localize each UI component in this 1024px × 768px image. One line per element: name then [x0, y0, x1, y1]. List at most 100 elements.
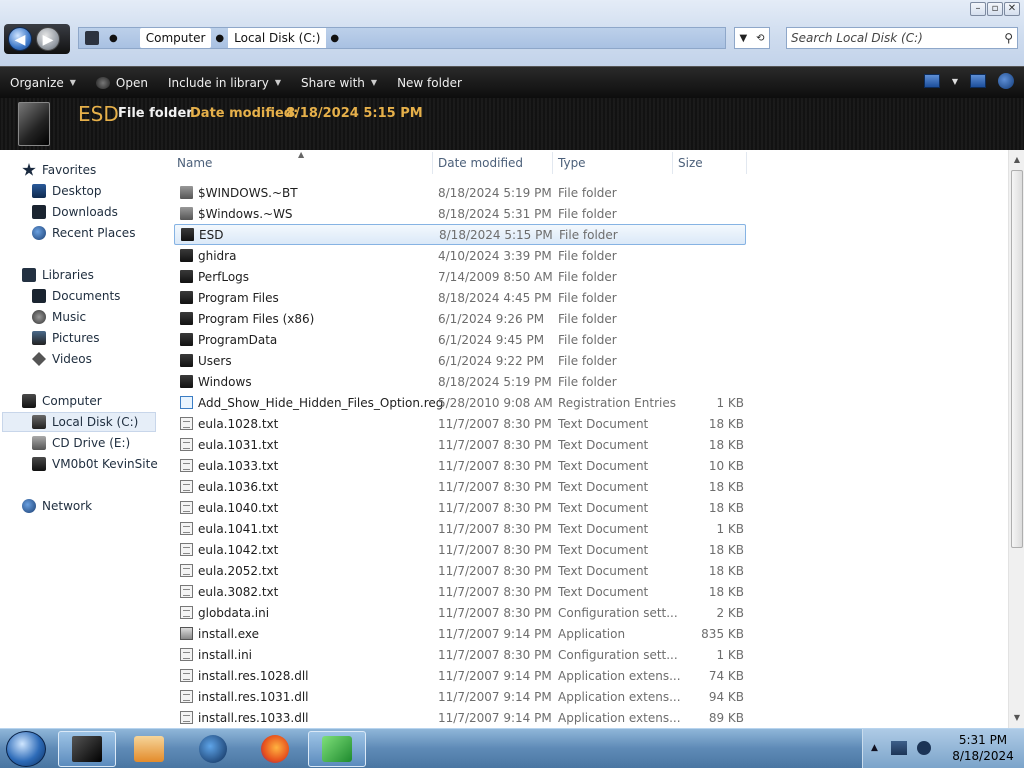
file-row[interactable]: eula.1031.txt 11/7/2007 8:30 PM Text Docum…	[174, 434, 746, 455]
scroll-down-icon[interactable]: ▼	[1009, 710, 1024, 726]
file-row[interactable]: Users 6/1/2024 9:22 PM File folder	[174, 350, 746, 371]
breadcrumb-computer[interactable]: Computer	[139, 28, 212, 48]
file-row[interactable]: eula.1040.txt 11/7/2007 8:30 PM Text Docum…	[174, 497, 746, 518]
taskbar-media-player[interactable]	[120, 731, 178, 767]
column-divider[interactable]	[552, 152, 553, 174]
clock-date[interactable]: 8/18/2024	[945, 749, 1021, 763]
breadcrumb-local-disk[interactable]: Local Disk (C:)	[228, 28, 327, 48]
file-date-modified: 11/7/2007 8:30 PM	[438, 416, 552, 431]
nav-cd-drive[interactable]: CD Drive (E:)	[32, 433, 130, 453]
scrollbar-thumb[interactable]	[1011, 170, 1023, 548]
change-view-icon[interactable]	[923, 74, 940, 88]
column-header-type[interactable]: Type	[558, 156, 586, 170]
search-input[interactable]: Search Local Disk (C:)	[791, 31, 923, 45]
file-date-modified: 5/28/2010 9:08 AM	[438, 395, 553, 410]
nav-videos[interactable]: Videos	[32, 349, 92, 369]
nav-label: Favorites	[42, 163, 97, 177]
breadcrumb-separator-icon[interactable]: ●	[330, 33, 339, 44]
column-header-size[interactable]: Size	[678, 156, 703, 170]
help-icon[interactable]	[998, 73, 1014, 89]
file-size: 1 KB	[716, 521, 744, 536]
scroll-up-icon[interactable]: ▲	[1009, 152, 1024, 168]
column-divider[interactable]	[672, 152, 673, 174]
file-name: ProgramData	[198, 332, 278, 347]
breadcrumb-separator-icon[interactable]: ●	[109, 33, 118, 44]
share-with-button[interactable]: Share with ▼	[291, 71, 387, 95]
file-row[interactable]: $Windows.~WS 8/18/2024 5:31 PM File folder	[174, 203, 746, 224]
show-hidden-icons-icon[interactable]: ▲	[871, 743, 878, 753]
file-row[interactable]: Program Files 8/18/2024 4:45 PM File folde…	[174, 287, 746, 308]
clock-time[interactable]: 5:31 PM	[945, 733, 1021, 747]
file-row[interactable]: $WINDOWS.~BT 8/18/2024 5:19 PM File folder	[174, 182, 746, 203]
nav-computer[interactable]: Computer	[22, 391, 102, 411]
column-divider[interactable]	[432, 152, 433, 174]
nav-label: Pictures	[52, 331, 100, 345]
file-row[interactable]: install.exe 11/7/2007 9:14 PM Application 8…	[174, 623, 746, 644]
nav-desktop[interactable]: Desktop	[32, 181, 102, 201]
start-button[interactable]	[6, 731, 46, 767]
file-row[interactable]: install.res.1031.dll 11/7/2007 9:14 PM App…	[174, 686, 746, 707]
file-row[interactable]: eula.2052.txt 11/7/2007 8:30 PM Text Docum…	[174, 560, 746, 581]
registry-file-icon	[180, 396, 193, 409]
search-box[interactable]: Search Local Disk (C:) ⚲	[786, 27, 1018, 49]
file-row[interactable]: Program Files (x86) 6/1/2024 9:26 PM File …	[174, 308, 746, 329]
file-row[interactable]: eula.1041.txt 11/7/2007 8:30 PM Text Docum…	[174, 518, 746, 539]
include-in-library-button[interactable]: Include in library ▼	[158, 71, 291, 95]
column-divider[interactable]	[746, 152, 747, 174]
forward-button[interactable]: ▶	[36, 27, 60, 51]
nav-favorites[interactable]: Favorites	[22, 160, 96, 180]
preview-pane-icon[interactable]	[970, 74, 986, 88]
file-type: Configuration sett...	[558, 647, 678, 662]
nav-label: Desktop	[52, 184, 102, 198]
file-row[interactable]: eula.1042.txt 11/7/2007 8:30 PM Text Docum…	[174, 539, 746, 560]
file-row[interactable]: PerfLogs 7/14/2009 8:50 AM File folder	[174, 266, 746, 287]
file-row[interactable]: eula.1028.txt 11/7/2007 8:30 PM Text Docum…	[174, 413, 746, 434]
address-dropdown-icon[interactable]: ▼	[739, 33, 747, 44]
view-options-chevron-icon[interactable]: ▼	[952, 77, 958, 86]
file-row[interactable]: Add_Show_Hide_Hidden_Files_Option.reg 5/2…	[174, 392, 746, 413]
nav-recent-places[interactable]: Recent Places	[32, 223, 135, 243]
nav-downloads[interactable]: Downloads	[32, 202, 118, 222]
nav-network[interactable]: Network	[22, 496, 92, 516]
nav-local-disk[interactable]: Local Disk (C:)	[2, 412, 156, 432]
file-row[interactable]: eula.3082.txt 11/7/2007 8:30 PM Text Docum…	[174, 581, 746, 602]
organize-button[interactable]: Organize ▼	[0, 71, 86, 95]
taskbar-explorer[interactable]	[58, 731, 116, 767]
search-icon[interactable]: ⚲	[1004, 31, 1013, 45]
new-folder-button[interactable]: New folder	[387, 71, 472, 95]
taskbar-globe-app[interactable]	[184, 731, 242, 767]
close-button[interactable]: ✕	[1004, 2, 1020, 16]
file-row[interactable]: install.res.1028.dll 11/7/2007 9:14 PM App…	[174, 665, 746, 686]
file-row[interactable]: eula.1036.txt 11/7/2007 8:30 PM Text Docum…	[174, 476, 746, 497]
nav-libraries[interactable]: Libraries	[22, 265, 94, 285]
network-tray-icon[interactable]	[891, 741, 907, 755]
vertical-scrollbar[interactable]: ▲ ▼	[1008, 150, 1024, 728]
file-row[interactable]: install.ini 11/7/2007 8:30 PM Configuratio…	[174, 644, 746, 665]
file-row[interactable]: eula.1033.txt 11/7/2007 8:30 PM Text Docum…	[174, 455, 746, 476]
address-bar[interactable]: ● Computer ● Local Disk (C:) ●	[78, 27, 726, 49]
nav-documents[interactable]: Documents	[32, 286, 120, 306]
column-header-date[interactable]: Date modified	[438, 156, 523, 170]
volume-icon[interactable]	[917, 741, 931, 755]
column-header-name[interactable]: Name	[177, 156, 212, 170]
file-row[interactable]: install.res.1033.dll 11/7/2007 9:14 PM App…	[174, 707, 746, 728]
minimize-button[interactable]: –	[970, 2, 986, 16]
taskbar-firefox[interactable]	[246, 731, 304, 767]
breadcrumb-separator-icon[interactable]: ●	[215, 33, 224, 44]
nav-network-share[interactable]: VM0b0t KevinSite	[32, 454, 158, 474]
file-row[interactable]: ghidra 4/10/2024 3:39 PM File folder	[174, 245, 746, 266]
back-button[interactable]: ◀	[8, 27, 32, 51]
refresh-icon[interactable]: ⟲	[756, 33, 764, 44]
nav-pictures[interactable]: Pictures	[32, 328, 100, 348]
desktop-icon	[32, 184, 46, 198]
file-row[interactable]: globdata.ini 11/7/2007 8:30 PM Configurati…	[174, 602, 746, 623]
file-row[interactable]: ProgramData 6/1/2024 9:45 PM File folder	[174, 329, 746, 350]
file-row[interactable]: ESD 8/18/2024 5:15 PM File folder	[174, 224, 746, 245]
nav-music[interactable]: Music	[32, 307, 86, 327]
taskbar-green-app[interactable]	[308, 731, 366, 767]
file-row[interactable]: Windows 8/18/2024 5:19 PM File folder	[174, 371, 746, 392]
file-type: Text Document	[558, 584, 649, 599]
file-type: File folder	[558, 269, 617, 284]
open-button[interactable]: Open	[86, 71, 158, 95]
maximize-button[interactable]: ▫	[987, 2, 1003, 16]
